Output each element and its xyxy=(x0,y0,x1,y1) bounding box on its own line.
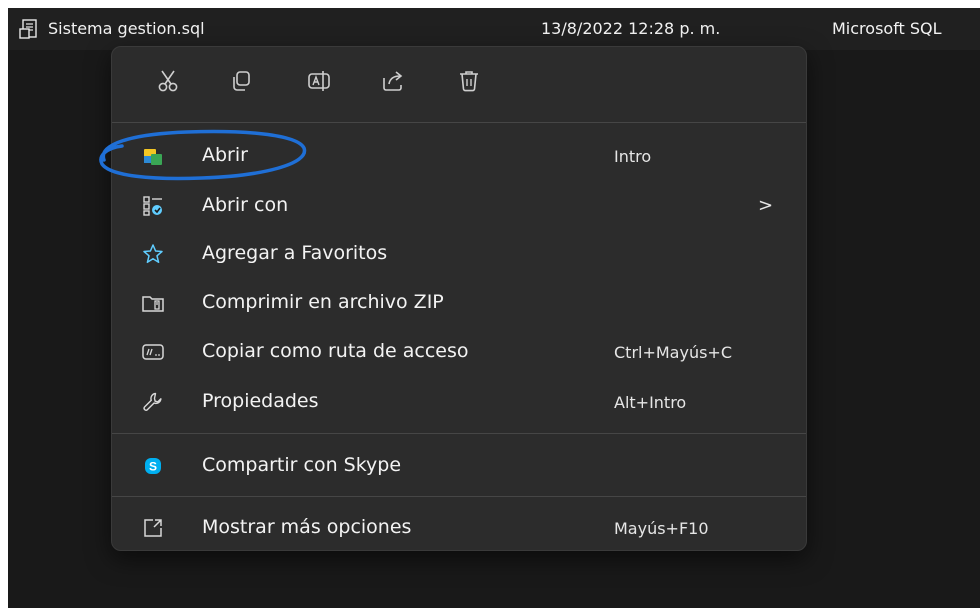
menu-divider xyxy=(112,496,806,497)
menu-item-comprimir-zip[interactable]: Comprimir en archivo ZIP xyxy=(118,280,800,326)
copy-icon xyxy=(228,68,254,98)
cut-button[interactable] xyxy=(146,61,190,105)
delete-icon xyxy=(456,68,482,98)
rename-icon xyxy=(306,68,332,98)
menu-divider xyxy=(112,433,806,434)
copy-path-icon xyxy=(140,339,166,365)
share-icon xyxy=(380,68,406,98)
skype-icon: S xyxy=(140,453,166,479)
menu-item-label: Comprimir en archivo ZIP xyxy=(202,291,444,313)
cut-icon xyxy=(155,68,181,98)
menu-item-abrir-con[interactable]: Abrir con > xyxy=(118,183,800,229)
chevron-right-icon: > xyxy=(758,195,774,216)
zip-folder-icon xyxy=(140,290,166,316)
file-type: Microsoft SQL xyxy=(832,19,942,38)
menu-item-shortcut: Ctrl+Mayús+C xyxy=(614,343,733,362)
menu-item-shortcut: Alt+Intro xyxy=(614,393,687,412)
rename-button[interactable] xyxy=(297,61,341,105)
menu-item-label: Compartir con Skype xyxy=(202,454,402,476)
menu-item-copiar-ruta[interactable]: Copiar como ruta de acceso Ctrl+Mayús+C xyxy=(118,329,800,375)
menu-item-label: Agregar a Favoritos xyxy=(202,242,388,264)
menu-item-compartir-skype[interactable]: S Compartir con Skype xyxy=(118,443,800,489)
menu-item-label: Abrir con xyxy=(202,194,289,216)
menu-item-label: Propiedades xyxy=(202,390,319,412)
file-name: Sistema gestion.sql xyxy=(48,19,205,38)
context-toolbar xyxy=(112,47,806,119)
copy-button[interactable] xyxy=(219,61,263,105)
open-with-icon xyxy=(140,193,166,219)
svg-text:S: S xyxy=(149,460,157,474)
more-options-icon xyxy=(140,515,166,541)
explorer-window: Sistema gestion.sql 13/8/2022 12:28 p. m… xyxy=(8,8,980,608)
wrench-icon xyxy=(140,389,166,415)
menu-item-shortcut: Intro xyxy=(614,147,652,166)
menu-divider xyxy=(112,122,806,123)
context-menu: Abrir Intro Abrir con > Agregar a Favori… xyxy=(111,46,807,551)
menu-item-favoritos[interactable]: Agregar a Favoritos xyxy=(118,231,800,277)
menu-item-abrir[interactable]: Abrir Intro xyxy=(118,133,800,179)
file-row-selected[interactable]: Sistema gestion.sql 13/8/2022 12:28 p. m… xyxy=(8,8,980,50)
sql-file-icon xyxy=(18,18,40,40)
share-button[interactable] xyxy=(371,61,415,105)
menu-item-label: Mostrar más opciones xyxy=(202,516,412,538)
menu-item-propiedades[interactable]: Propiedades Alt+Intro xyxy=(118,379,800,425)
file-date: 13/8/2022 12:28 p. m. xyxy=(541,19,721,38)
open-app-icon xyxy=(140,143,166,169)
menu-item-shortcut: Mayús+F10 xyxy=(614,519,709,538)
menu-item-label: Abrir xyxy=(202,144,248,166)
menu-item-mas-opciones[interactable]: Mostrar más opciones Mayús+F10 xyxy=(118,505,800,551)
menu-item-label: Copiar como ruta de acceso xyxy=(202,340,469,362)
star-icon xyxy=(140,241,166,267)
delete-button[interactable] xyxy=(447,61,491,105)
